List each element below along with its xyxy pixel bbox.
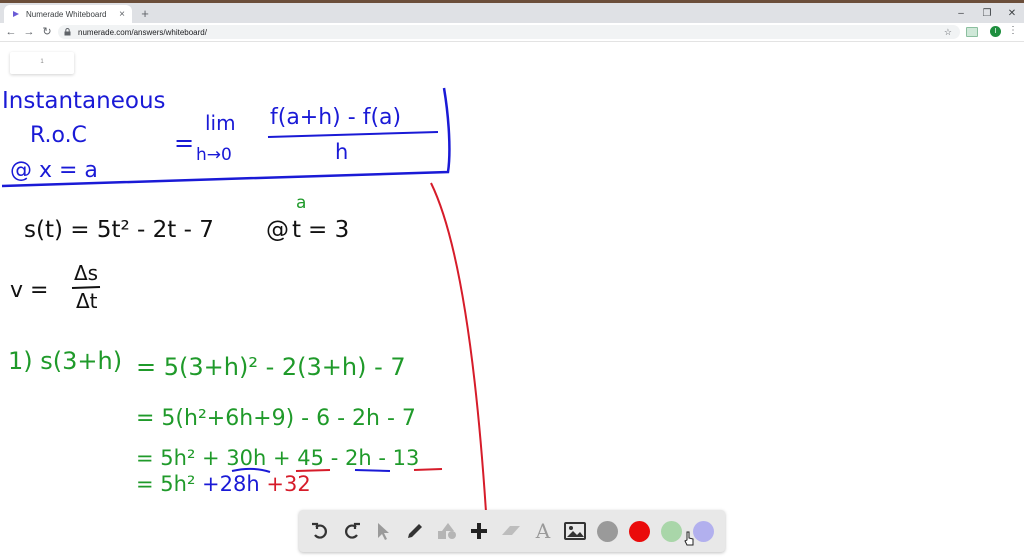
redo-button[interactable] (339, 518, 365, 544)
point-variable: t (292, 217, 301, 243)
step3-part-minus2: - (372, 446, 393, 470)
text-tool[interactable]: A (530, 518, 556, 544)
image-icon (564, 522, 586, 540)
velocity-numerator: Δs (74, 261, 98, 285)
undo-button[interactable] (307, 518, 333, 544)
step3-part-constant2: 13 (393, 446, 420, 470)
whiteboard-toolbar: A (299, 510, 725, 552)
color-swatch-green[interactable] (661, 521, 682, 542)
eraser-icon (502, 526, 520, 535)
step3-part-expansion: = 5h² + 30h + (136, 446, 297, 470)
whiteboard-ink: Instantaneous R.o.C @ x = a = lim h→0 f(… (1, 87, 487, 513)
color-swatch-purple[interactable] (693, 521, 714, 542)
point-equals-three: = 3 (308, 217, 349, 243)
color-swatch-red[interactable] (629, 521, 650, 542)
step4-part-space (260, 472, 267, 496)
definition-line3: @ x = a (10, 158, 98, 183)
constant-term-underline (295, 469, 331, 472)
color-swatch-gray[interactable] (597, 521, 618, 542)
definition-equals: = (174, 129, 194, 157)
step1-lhs: 1) s(3+h) (8, 347, 122, 375)
limit-subscript: h→0 (196, 145, 232, 165)
step1-rhs: = 5(3+h)² - 2(3+h) - 7 (136, 353, 406, 381)
hand-cursor-icon (684, 531, 694, 546)
add-tool[interactable] (466, 518, 492, 544)
linear-term-underline-2 (354, 469, 391, 472)
step3-part-linear: 2h (345, 446, 372, 470)
velocity-lhs: v = (10, 278, 48, 303)
limit-label: lim (205, 111, 236, 135)
step2-rhs: = 5(h²+6h+9) - 6 - 2h - 7 (136, 406, 416, 431)
constant-term-underline-2 (413, 468, 443, 471)
difference-quotient-denominator: h (335, 140, 348, 164)
point-label-a: a (296, 193, 306, 213)
pencil-tool[interactable] (402, 518, 428, 544)
pointer-icon (378, 523, 389, 540)
svg-text:= 5h² + 30h + 45 - 2h - 13: = 5h² + 30h + 45 - 2h - 13 (136, 446, 419, 470)
fraction-bar (267, 131, 439, 138)
undo-icon (312, 522, 327, 539)
shapes-tool[interactable] (434, 518, 460, 544)
red-divider-line (430, 182, 487, 513)
step4-part-constant: +32 (266, 472, 310, 496)
definition-line2: R.o.C (30, 123, 87, 148)
eraser-tool[interactable] (498, 518, 524, 544)
step3-part-minus1: - (324, 446, 345, 470)
shapes-icon (438, 523, 456, 539)
velocity-denominator: Δt (76, 289, 98, 313)
step3-part-constant: 45 (297, 446, 324, 470)
pencil-icon (408, 524, 422, 538)
svg-text:= 5h² +28h +32: = 5h² +28h +32 (136, 472, 311, 496)
velocity-fraction-bar (71, 286, 101, 289)
text-icon: A (535, 519, 551, 543)
redo-icon (345, 522, 360, 539)
step4-part-linear: +28h (202, 472, 260, 496)
position-function: s(t) = 5t² - 2t - 7 (24, 217, 214, 243)
point-at-symbol: @ (266, 217, 289, 243)
difference-quotient-numerator: f(a+h) - f(a) (270, 105, 401, 130)
plus-icon (471, 523, 487, 539)
image-tool[interactable] (562, 518, 588, 544)
select-tool[interactable] (370, 518, 396, 544)
step4-part-quadratic: = 5h² (136, 472, 202, 496)
definition-line1: Instantaneous (2, 88, 166, 114)
